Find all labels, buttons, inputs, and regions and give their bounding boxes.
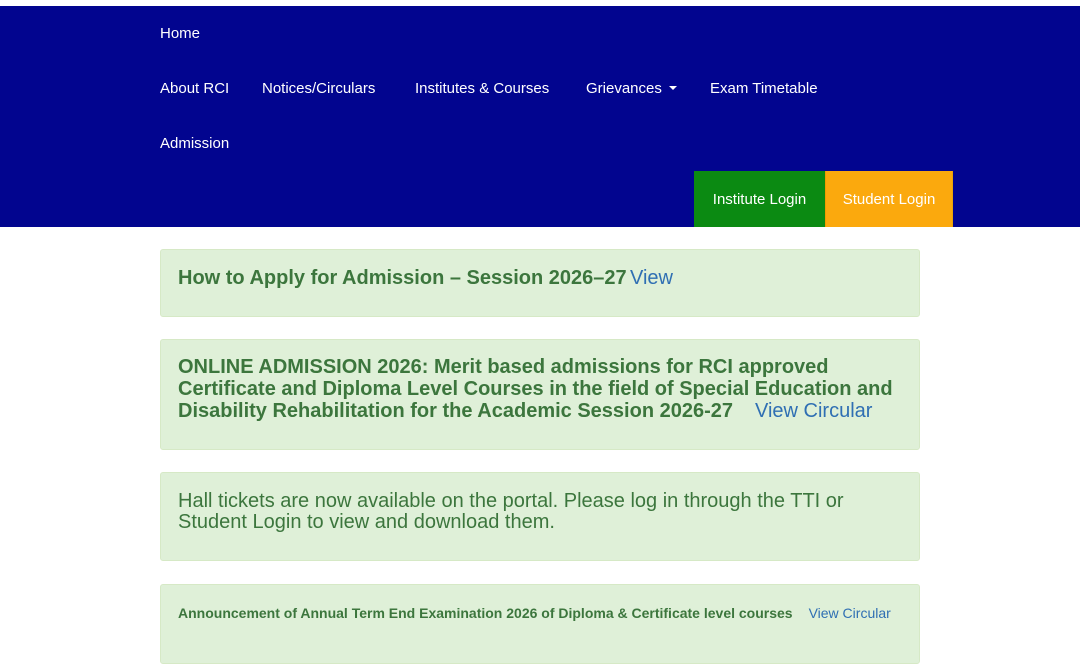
view-circular-link[interactable]: View Circular [809, 605, 891, 621]
nav-about-rci[interactable]: About RCI [160, 80, 229, 98]
notice-hall-tickets: Hall tickets are now available on the po… [160, 472, 920, 561]
nav-institutes-courses[interactable]: Institutes & Courses [415, 80, 549, 98]
nav-home[interactable]: Home [160, 25, 200, 43]
notice-text: How to Apply for Admission – Session 202… [178, 267, 627, 289]
notice-text: Hall tickets are now available on the po… [178, 490, 844, 533]
notice-online-admission: ONLINE ADMISSION 2026: Merit based admis… [160, 339, 920, 450]
caret-down-icon [668, 86, 677, 91]
student-login-button[interactable]: Student Login [825, 171, 953, 227]
notice-text: Announcement of Annual Term End Examinat… [178, 605, 793, 621]
view-circular-link[interactable]: View Circular [755, 400, 872, 422]
notice-how-to-apply: How to Apply for Admission – Session 202… [160, 249, 920, 317]
nav-grievances-dropdown[interactable]: Grievances [586, 80, 677, 98]
institute-login-button[interactable]: Institute Login [694, 171, 825, 227]
nav-admission[interactable]: Admission [160, 135, 229, 153]
notice-term-end-exam: Announcement of Annual Term End Examinat… [160, 584, 920, 664]
nav-grievances-label: Grievances [586, 80, 662, 97]
nav-notices-circulars[interactable]: Notices/Circulars [262, 80, 375, 98]
view-link[interactable]: View [630, 267, 673, 289]
nav-exam-timetable[interactable]: Exam Timetable [710, 80, 818, 98]
